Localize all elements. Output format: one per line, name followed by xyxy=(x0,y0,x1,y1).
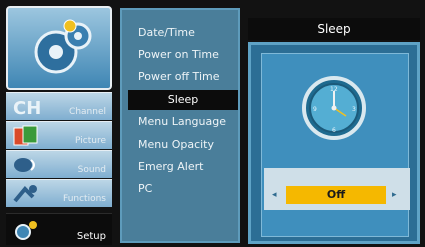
svg-text:6: 6 xyxy=(332,127,336,134)
menu-item-pc[interactable]: PC xyxy=(138,182,152,195)
right-arrow-icon[interactable]: ▸ xyxy=(392,190,397,200)
menu-item-emerg-alert[interactable]: Emerg Alert xyxy=(138,160,203,173)
sleep-value-selector[interactable]: ◂ Off ▸ xyxy=(264,168,410,210)
picture-icon xyxy=(13,125,38,146)
nav-item-picture[interactable]: Picture xyxy=(6,121,112,149)
panel-title: Sleep xyxy=(248,18,420,40)
menu-item-menu-opacity[interactable]: Menu Opacity xyxy=(138,138,214,151)
clock-icon: 12 3 6 9 xyxy=(302,76,366,140)
nav-item-channel[interactable]: CH Channel xyxy=(6,92,112,120)
svg-text:CH: CH xyxy=(13,98,41,118)
category-nav: CH Channel Picture Sound Functions Setup xyxy=(6,6,112,245)
svg-text:9: 9 xyxy=(313,106,317,113)
svg-text:3: 3 xyxy=(352,106,356,113)
nav-item-label: Channel xyxy=(69,107,106,117)
channel-icon: CH xyxy=(13,98,41,118)
nav-item-label: Picture xyxy=(75,136,106,146)
menu-item-sleep[interactable]: Sleep xyxy=(128,90,238,110)
setup-icon xyxy=(15,221,37,240)
sleep-value: Off xyxy=(286,186,386,204)
left-arrow-icon[interactable]: ◂ xyxy=(272,190,277,200)
nav-item-setup[interactable]: Setup xyxy=(6,213,112,245)
menu-item-date-time[interactable]: Date/Time xyxy=(138,26,195,39)
menu-item-power-on-time[interactable]: Power on Time xyxy=(138,48,219,61)
nav-item-functions[interactable]: Functions xyxy=(6,179,112,207)
sleep-panel xyxy=(248,42,420,244)
menu-item-power-off-time[interactable]: Power off Time xyxy=(138,70,219,83)
gears-icon xyxy=(34,19,92,74)
nav-item-label: Setup xyxy=(76,231,106,242)
setup-hero-panel xyxy=(6,6,112,90)
nav-item-label: Functions xyxy=(63,194,106,204)
functions-icon xyxy=(13,185,37,203)
sound-icon xyxy=(14,158,35,172)
nav-item-sound[interactable]: Sound xyxy=(6,150,112,178)
menu-item-menu-language[interactable]: Menu Language xyxy=(138,115,226,128)
nav-item-label: Sound xyxy=(77,165,106,175)
setup-menu: Date/Time Power on Time Power off Time S… xyxy=(120,8,240,243)
